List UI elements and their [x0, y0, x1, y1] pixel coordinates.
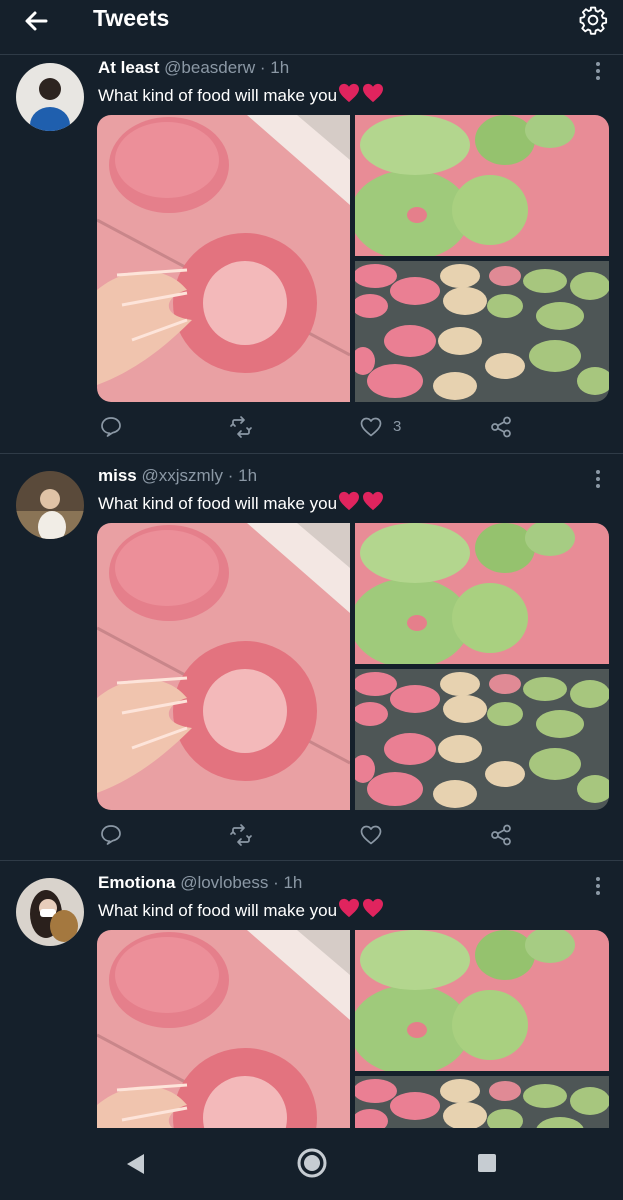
- nav-recents-icon[interactable]: [477, 1153, 497, 1173]
- tweet[interactable]: At least @beasderw · 1h What kind of foo…: [0, 55, 623, 454]
- tweet-media[interactable]: [97, 523, 609, 810]
- page-title: Tweets: [93, 5, 170, 31]
- media-image[interactable]: [355, 523, 609, 664]
- tweet[interactable]: Emotiona @lovlobess · 1h What kind of fo…: [0, 870, 623, 1128]
- nav-back-icon[interactable]: [124, 1152, 146, 1176]
- hearts-emoji-icon: [339, 491, 384, 511]
- heart-icon[interactable]: [359, 415, 383, 439]
- retweet-icon[interactable]: [229, 823, 253, 847]
- timestamp[interactable]: 1h: [238, 466, 257, 485]
- media-image[interactable]: [355, 669, 609, 810]
- tweet-media[interactable]: [97, 930, 609, 1128]
- tweet-header: At least @beasderw · 1h: [98, 58, 289, 78]
- more-icon[interactable]: [588, 61, 608, 81]
- tweet-header: miss @xxjszmly · 1h: [98, 466, 257, 486]
- tweet-actions: [0, 819, 623, 853]
- back-button[interactable]: [20, 6, 52, 38]
- separator: ·: [259, 58, 266, 77]
- more-icon[interactable]: [588, 876, 608, 896]
- gear-icon: [579, 6, 608, 35]
- media-image[interactable]: [97, 115, 350, 402]
- media-image[interactable]: [355, 115, 609, 256]
- tweet-header: Emotiona @lovlobess · 1h: [98, 873, 302, 893]
- author-name[interactable]: miss: [98, 466, 137, 485]
- media-image[interactable]: [355, 1076, 609, 1128]
- timestamp[interactable]: 1h: [270, 58, 289, 77]
- settings-button[interactable]: [578, 5, 608, 35]
- tweet-text: What kind of food will make you: [98, 491, 384, 514]
- share-icon[interactable]: [489, 823, 513, 847]
- tweet-text-content: What kind of food will make you: [98, 901, 338, 920]
- tweet-media[interactable]: [97, 115, 609, 402]
- system-nav-bar: [0, 1128, 623, 1200]
- timestamp[interactable]: 1h: [283, 873, 302, 892]
- hearts-emoji-icon: [339, 898, 384, 918]
- more-icon[interactable]: [588, 469, 608, 489]
- hearts-emoji-icon: [339, 83, 384, 103]
- reply-icon[interactable]: [99, 415, 123, 439]
- author-name[interactable]: Emotiona: [98, 873, 175, 892]
- separator: ·: [273, 873, 279, 892]
- author-handle[interactable]: @xxjszmly: [141, 466, 222, 485]
- media-image[interactable]: [355, 261, 609, 402]
- media-image[interactable]: [97, 930, 350, 1128]
- tweet-text-content: What kind of food will make you: [98, 494, 338, 513]
- reply-icon[interactable]: [99, 823, 123, 847]
- nav-home-icon[interactable]: [296, 1147, 328, 1179]
- avatar[interactable]: [16, 63, 84, 131]
- heart-icon[interactable]: [359, 823, 383, 847]
- tweet-text: What kind of food will make you: [98, 83, 384, 106]
- media-image[interactable]: [97, 523, 350, 810]
- media-image[interactable]: [355, 930, 609, 1071]
- avatar[interactable]: [16, 471, 84, 539]
- top-bar: Tweets: [0, 0, 623, 55]
- avatar[interactable]: [16, 878, 84, 946]
- author-handle[interactable]: @lovlobess: [180, 873, 268, 892]
- back-arrow-icon: [25, 11, 48, 31]
- tweet[interactable]: miss @xxjszmly · 1h What kind of food wi…: [0, 463, 623, 861]
- separator: ·: [227, 466, 234, 485]
- retweet-icon[interactable]: [229, 415, 253, 439]
- tweet-text-content: What kind of food will make you: [98, 86, 338, 105]
- tweet-text: What kind of food will make you: [98, 898, 384, 921]
- tweet-actions: 3: [0, 411, 623, 445]
- author-handle[interactable]: @beasderw: [164, 58, 255, 77]
- share-icon[interactable]: [489, 415, 513, 439]
- author-name[interactable]: At least: [98, 58, 159, 77]
- like-count: 3: [393, 418, 402, 435]
